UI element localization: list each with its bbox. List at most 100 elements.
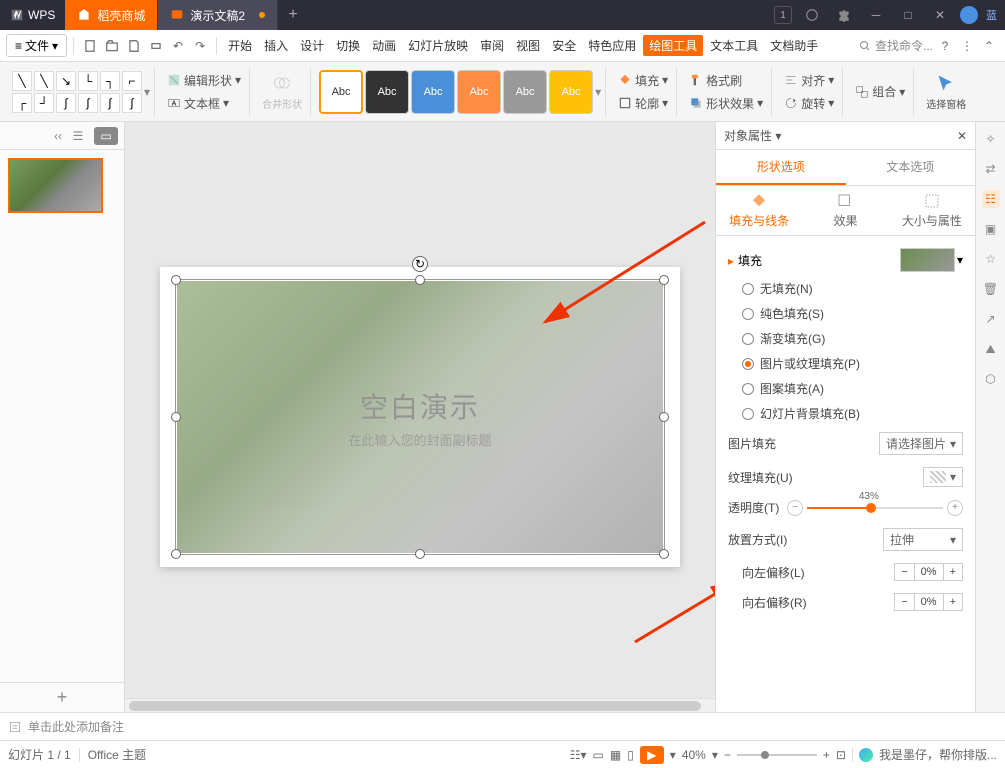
- avatar[interactable]: [960, 6, 978, 24]
- offset-left-stepper[interactable]: −0%+: [894, 563, 963, 581]
- zoom-out[interactable]: −: [724, 748, 731, 762]
- radio-slide-bg-fill[interactable]: 幻灯片背景填充(B): [728, 401, 963, 426]
- transparency-plus[interactable]: +: [947, 500, 963, 516]
- rail-new-icon[interactable]: ✧: [982, 130, 1000, 148]
- rail-star-icon[interactable]: ☆: [982, 250, 1000, 268]
- menu-review[interactable]: 审阅: [475, 37, 509, 54]
- tab-document[interactable]: 演示文稿2: [158, 0, 278, 30]
- close-panel-button[interactable]: ✕: [957, 129, 967, 143]
- open-icon[interactable]: [102, 36, 122, 56]
- fit-button[interactable]: ⊡: [836, 748, 846, 762]
- rail-properties-icon[interactable]: ☷: [982, 190, 1000, 208]
- ai-hint[interactable]: 我是墨仔，帮你排版...: [879, 746, 997, 763]
- zoom-value[interactable]: 40%: [682, 748, 706, 762]
- command-search[interactable]: 查找命令...: [859, 37, 933, 54]
- transparency-slider[interactable]: 43%: [807, 507, 943, 509]
- select-pane-button[interactable]: 选择窗格: [922, 71, 970, 113]
- slide-thumbnail[interactable]: [8, 158, 103, 213]
- close-button[interactable]: ✕: [928, 3, 952, 27]
- handle-tr[interactable]: [659, 275, 669, 285]
- menu-security[interactable]: 安全: [547, 37, 581, 54]
- canvas[interactable]: 空白演示 在此输入您的封面副标题 ↻: [125, 122, 715, 712]
- placement-combo[interactable]: 拉伸▾: [883, 528, 963, 551]
- shape-options-tab[interactable]: 形状选项: [716, 150, 846, 185]
- normal-view-icon[interactable]: ▭: [593, 748, 604, 762]
- rotate-handle[interactable]: ↻: [412, 256, 428, 272]
- radio-gradient-fill[interactable]: 渐变填充(G): [728, 326, 963, 351]
- notes-bar[interactable]: 单击此处添加备注: [0, 712, 1005, 740]
- menu-text-tools[interactable]: 文本工具: [705, 37, 763, 54]
- new-icon[interactable]: [80, 36, 100, 56]
- help-icon[interactable]: ?: [935, 36, 955, 56]
- slide[interactable]: 空白演示 在此输入您的封面副标题 ↻: [160, 267, 680, 567]
- menu-start[interactable]: 开始: [223, 37, 257, 54]
- undo-icon[interactable]: ↶: [168, 36, 188, 56]
- rotate-button[interactable]: 旋转▾: [780, 93, 838, 114]
- handle-bl[interactable]: [171, 549, 181, 559]
- edit-shape-button[interactable]: 编辑形状▾: [163, 70, 245, 91]
- slideshow-button[interactable]: ▶: [640, 746, 664, 764]
- rail-transition-icon[interactable]: ⇄: [982, 160, 1000, 178]
- menu-insert[interactable]: 插入: [259, 37, 293, 54]
- fill-line-tab[interactable]: 填充与线条: [716, 192, 802, 229]
- maximize-button[interactable]: □: [896, 3, 920, 27]
- radio-no-fill[interactable]: 无填充(N): [728, 276, 963, 301]
- menu-slideshow[interactable]: 幻灯片放映: [403, 37, 473, 54]
- texture-fill-combo[interactable]: ▾: [923, 467, 963, 487]
- rail-share-icon[interactable]: ↗: [982, 310, 1000, 328]
- zoom-slider[interactable]: [737, 754, 817, 756]
- shapes-gallery[interactable]: ╲╲↘└┐⌐ ┌┘∫∫∫∫ ▾: [8, 68, 155, 116]
- tab-add[interactable]: +: [278, 6, 308, 24]
- offset-right-stepper[interactable]: −0%+: [894, 593, 963, 611]
- handle-tl[interactable]: [171, 275, 181, 285]
- rail-delete-icon[interactable]: 🗑: [982, 280, 1000, 298]
- skin-icon[interactable]: [832, 3, 856, 27]
- tab-store[interactable]: 稻壳商城: [65, 0, 158, 30]
- radio-picture-fill[interactable]: 图片或纹理填充(P): [728, 351, 963, 376]
- rail-image-icon[interactable]: ▣: [982, 220, 1000, 238]
- outline-view-button[interactable]: ☰: [66, 127, 90, 145]
- shape-effect-button[interactable]: 形状效果▾: [685, 93, 767, 114]
- save-icon[interactable]: [124, 36, 144, 56]
- textbox-button[interactable]: A文本框▾: [163, 93, 245, 114]
- menu-transition[interactable]: 切换: [331, 37, 365, 54]
- rail-shield-icon[interactable]: ⬡: [982, 370, 1000, 388]
- reading-view-icon[interactable]: ▯: [627, 748, 634, 762]
- minimize-button[interactable]: ─: [864, 3, 888, 27]
- menu-special[interactable]: 特色应用: [583, 37, 641, 54]
- text-options-tab[interactable]: 文本选项: [846, 150, 976, 185]
- handle-bm[interactable]: [415, 549, 425, 559]
- size-tab[interactable]: 大小与属性: [889, 192, 975, 229]
- effect-tab[interactable]: 效果: [802, 192, 888, 229]
- thumbnail-view-button[interactable]: ▭: [94, 127, 118, 145]
- radio-solid-fill[interactable]: 纯色填充(S): [728, 301, 963, 326]
- handle-mr[interactable]: [659, 412, 669, 422]
- handle-tm[interactable]: [415, 275, 425, 285]
- align-button[interactable]: 对齐▾: [780, 70, 838, 91]
- fill-button[interactable]: 填充▾: [614, 70, 672, 91]
- collapse-ribbon-icon[interactable]: ⌃: [979, 36, 999, 56]
- handle-ml[interactable]: [171, 412, 181, 422]
- sync-icon[interactable]: [800, 3, 824, 27]
- zoom-in[interactable]: +: [823, 748, 830, 762]
- radio-pattern-fill[interactable]: 图案填充(A): [728, 376, 963, 401]
- view-menu-icon[interactable]: ☷▾: [570, 748, 587, 762]
- menu-animation[interactable]: 动画: [367, 37, 401, 54]
- rail-landscape-icon[interactable]: ⛰: [982, 340, 1000, 358]
- menu-design[interactable]: 设计: [295, 37, 329, 54]
- format-painter-button[interactable]: 格式刷: [685, 70, 767, 91]
- group-button[interactable]: 组合▾: [851, 81, 909, 102]
- notification-badge[interactable]: 1: [774, 6, 792, 24]
- selection-box[interactable]: ↻: [175, 279, 665, 555]
- add-slide-button[interactable]: +: [0, 682, 124, 712]
- fill-section-header[interactable]: ▸填充 ▾: [728, 244, 963, 276]
- menu-drawing-tools[interactable]: 绘图工具: [643, 35, 703, 56]
- picture-fill-combo[interactable]: 请选择图片▾: [879, 432, 963, 455]
- collapse-panel-icon[interactable]: ‹‹: [54, 129, 62, 143]
- outline-button[interactable]: 轮廓▾: [614, 93, 672, 114]
- menu-doc-helper[interactable]: 文档助手: [765, 37, 823, 54]
- sorter-view-icon[interactable]: ▦: [610, 748, 621, 762]
- file-menu[interactable]: ≡ 文件 ▾: [6, 34, 67, 57]
- style-gallery[interactable]: Abc Abc Abc Abc Abc Abc ▾: [315, 68, 606, 116]
- canvas-scrollbar[interactable]: [125, 698, 715, 712]
